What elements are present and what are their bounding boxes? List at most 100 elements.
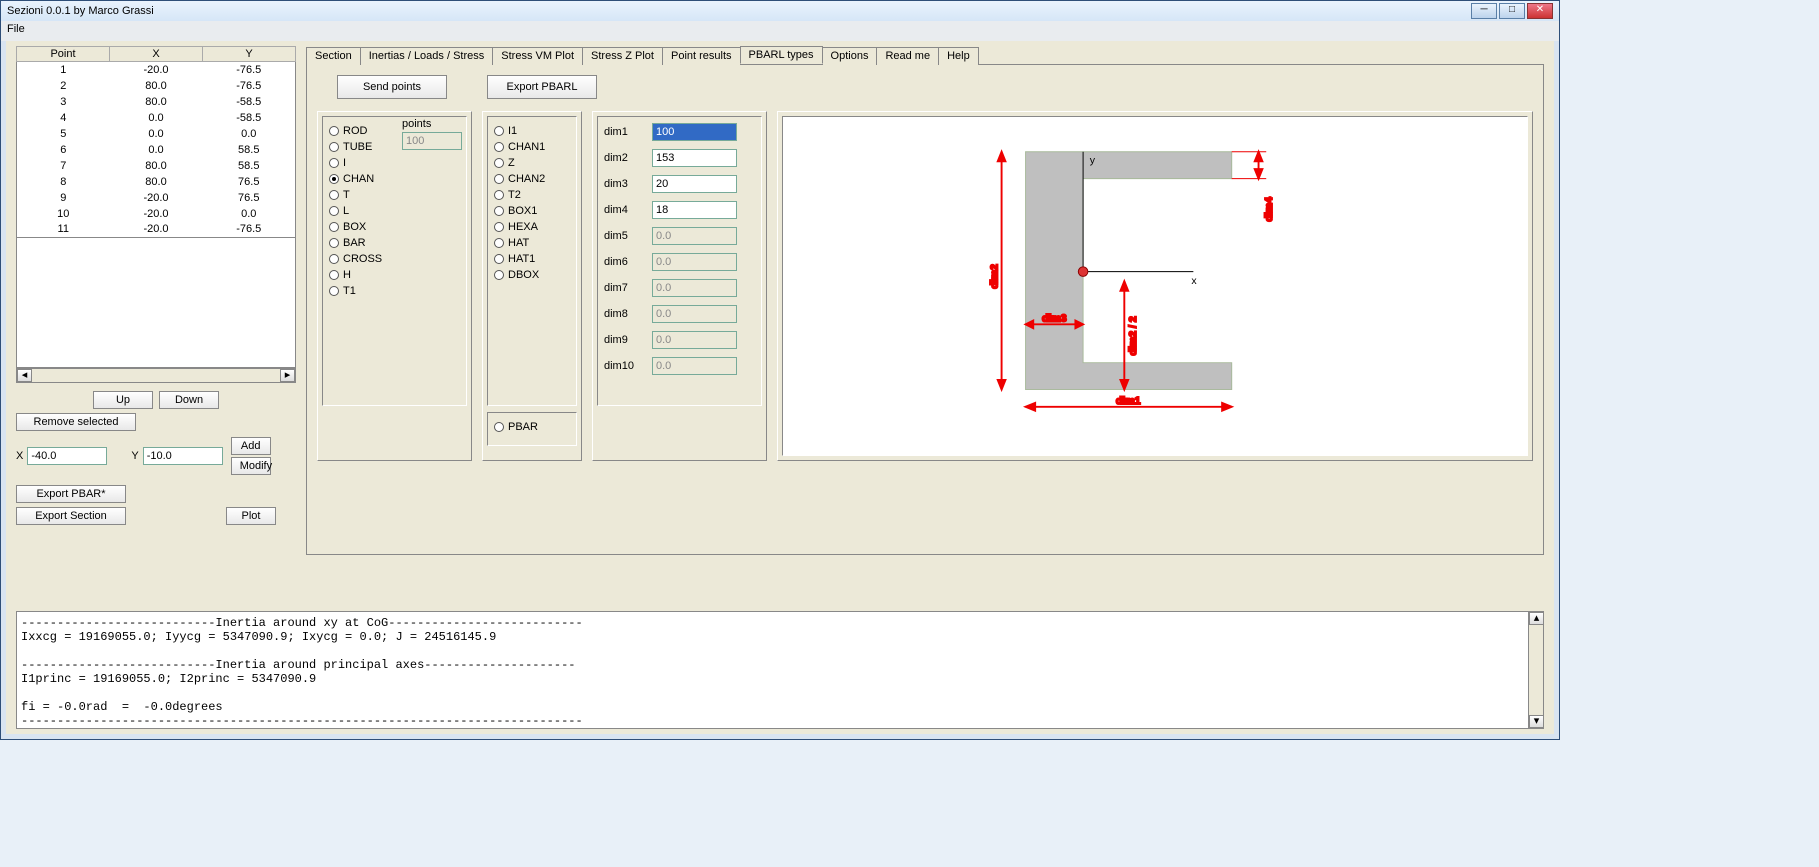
output-console[interactable]: ---------------------------Inertia aroun… [17,612,1528,728]
tab-inertias-loads-stress[interactable]: Inertias / Loads / Stress [360,47,494,65]
export-pbar-button[interactable]: Export PBAR* [16,485,126,503]
svg-text:dim1: dim1 [1116,395,1141,407]
dim10-label: dim10 [604,360,642,372]
svg-text:dim2: dim2 [989,264,1001,289]
radio-chan1[interactable]: CHAN1 [494,139,570,155]
svg-text:x: x [1191,275,1197,287]
table-row[interactable]: 10-20.00.0 [17,206,296,222]
dim1-label: dim1 [604,126,642,138]
menubar: File [1,21,1559,41]
dim8-label: dim8 [604,308,642,320]
radio-i[interactable]: I [329,155,460,171]
remove-selected-button[interactable]: Remove selected [16,413,136,431]
radio-box[interactable]: BOX [329,219,460,235]
svg-text:y: y [1090,154,1096,166]
radio-cross[interactable]: CROSS [329,251,460,267]
table-row[interactable]: 1-20.0-76.5 [17,62,296,78]
minimize-button[interactable]: ─ [1471,3,1497,19]
dim4-label: dim4 [604,204,642,216]
tab-pbarl-types[interactable]: PBARL types [740,46,823,64]
dim3-label: dim3 [604,178,642,190]
dim7-input [652,279,737,297]
scroll-down-icon[interactable]: ▾ [1529,715,1544,728]
menu-file[interactable]: File [7,23,25,35]
dim5-label: dim5 [604,230,642,242]
y-label: Y [131,450,138,462]
svg-text:dim4: dim4 [1263,197,1275,222]
tab-stress-vm-plot[interactable]: Stress VM Plot [492,47,583,65]
points-input [402,132,462,150]
send-points-button[interactable]: Send points [337,75,447,99]
radio-pbar[interactable]: PBAR [494,419,570,435]
radio-hexa[interactable]: HEXA [494,219,570,235]
dim2-label: dim2 [604,152,642,164]
dim9-label: dim9 [604,334,642,346]
export-section-button[interactable]: Export Section [16,507,126,525]
table-scrollbar[interactable]: ◂ ▸ [16,368,296,383]
scroll-right-icon[interactable]: ▸ [280,369,295,382]
up-button[interactable]: Up [93,391,153,409]
radio-hat1[interactable]: HAT1 [494,251,570,267]
table-row[interactable]: 60.058.5 [17,142,296,158]
table-row[interactable]: 50.00.0 [17,126,296,142]
dim10-input [652,357,737,375]
radio-t1[interactable]: T1 [329,283,460,299]
section-diagram: y x dim2 dim1 dim3 dim4 dim2 / 2 [789,123,1521,449]
table-row[interactable]: 880.076.5 [17,174,296,190]
radio-chan2[interactable]: CHAN2 [494,171,570,187]
maximize-button[interactable]: □ [1499,3,1525,19]
y-input[interactable] [143,447,223,465]
dim3-input[interactable] [652,175,737,193]
dim1-input[interactable] [652,123,737,141]
dim9-input [652,331,737,349]
x-label: X [16,450,23,462]
radio-dbox[interactable]: DBOX [494,267,570,283]
svg-text:dim2 / 2: dim2 / 2 [1127,316,1139,355]
down-button[interactable]: Down [159,391,219,409]
dim4-input[interactable] [652,201,737,219]
tab-bar: SectionInertias / Loads / StressStress V… [306,46,1544,65]
radio-t2[interactable]: T2 [494,187,570,203]
table-row[interactable]: 11-20.0-76.5 [17,222,296,238]
plot-button[interactable]: Plot [226,507,276,525]
points-label: points [402,118,462,130]
scroll-up-icon[interactable]: ▴ [1529,612,1544,625]
scroll-left-icon[interactable]: ◂ [17,369,32,382]
radio-z[interactable]: Z [494,155,570,171]
radio-i1[interactable]: I1 [494,123,570,139]
radio-chan[interactable]: CHAN [329,171,460,187]
window-title: Sezioni 0.0.1 by Marco Grassi [7,5,154,17]
radio-h[interactable]: H [329,267,460,283]
add-button[interactable]: Add [231,437,271,455]
table-row[interactable]: 780.058.5 [17,158,296,174]
radio-t[interactable]: T [329,187,460,203]
dim6-label: dim6 [604,256,642,268]
points-table[interactable]: PointXY 1-20.0-76.5280.0-76.5380.0-58.54… [16,46,296,238]
tab-read-me[interactable]: Read me [876,47,939,65]
export-pbarl-button[interactable]: Export PBARL [487,75,597,99]
titlebar: Sezioni 0.0.1 by Marco Grassi ─ □ ✕ [1,1,1559,21]
svg-text:dim3: dim3 [1042,312,1067,324]
dim2-input[interactable] [652,149,737,167]
table-row[interactable]: 9-20.076.5 [17,190,296,206]
tab-section[interactable]: Section [306,47,361,65]
output-scrollbar[interactable]: ▴ ▾ [1528,612,1543,728]
tab-stress-z-plot[interactable]: Stress Z Plot [582,47,663,65]
x-input[interactable] [27,447,107,465]
radio-l[interactable]: L [329,203,460,219]
dim6-input [652,253,737,271]
modify-button[interactable]: Modify [231,457,271,475]
dim8-input [652,305,737,323]
radio-box1[interactable]: BOX1 [494,203,570,219]
table-row[interactable]: 280.0-76.5 [17,78,296,94]
radio-bar[interactable]: BAR [329,235,460,251]
dim5-input [652,227,737,245]
table-row[interactable]: 380.0-58.5 [17,94,296,110]
close-button[interactable]: ✕ [1527,3,1553,19]
tab-point-results[interactable]: Point results [662,47,741,65]
table-row[interactable]: 40.0-58.5 [17,110,296,126]
dim7-label: dim7 [604,282,642,294]
radio-hat[interactable]: HAT [494,235,570,251]
tab-help[interactable]: Help [938,47,979,65]
tab-options[interactable]: Options [822,47,878,65]
